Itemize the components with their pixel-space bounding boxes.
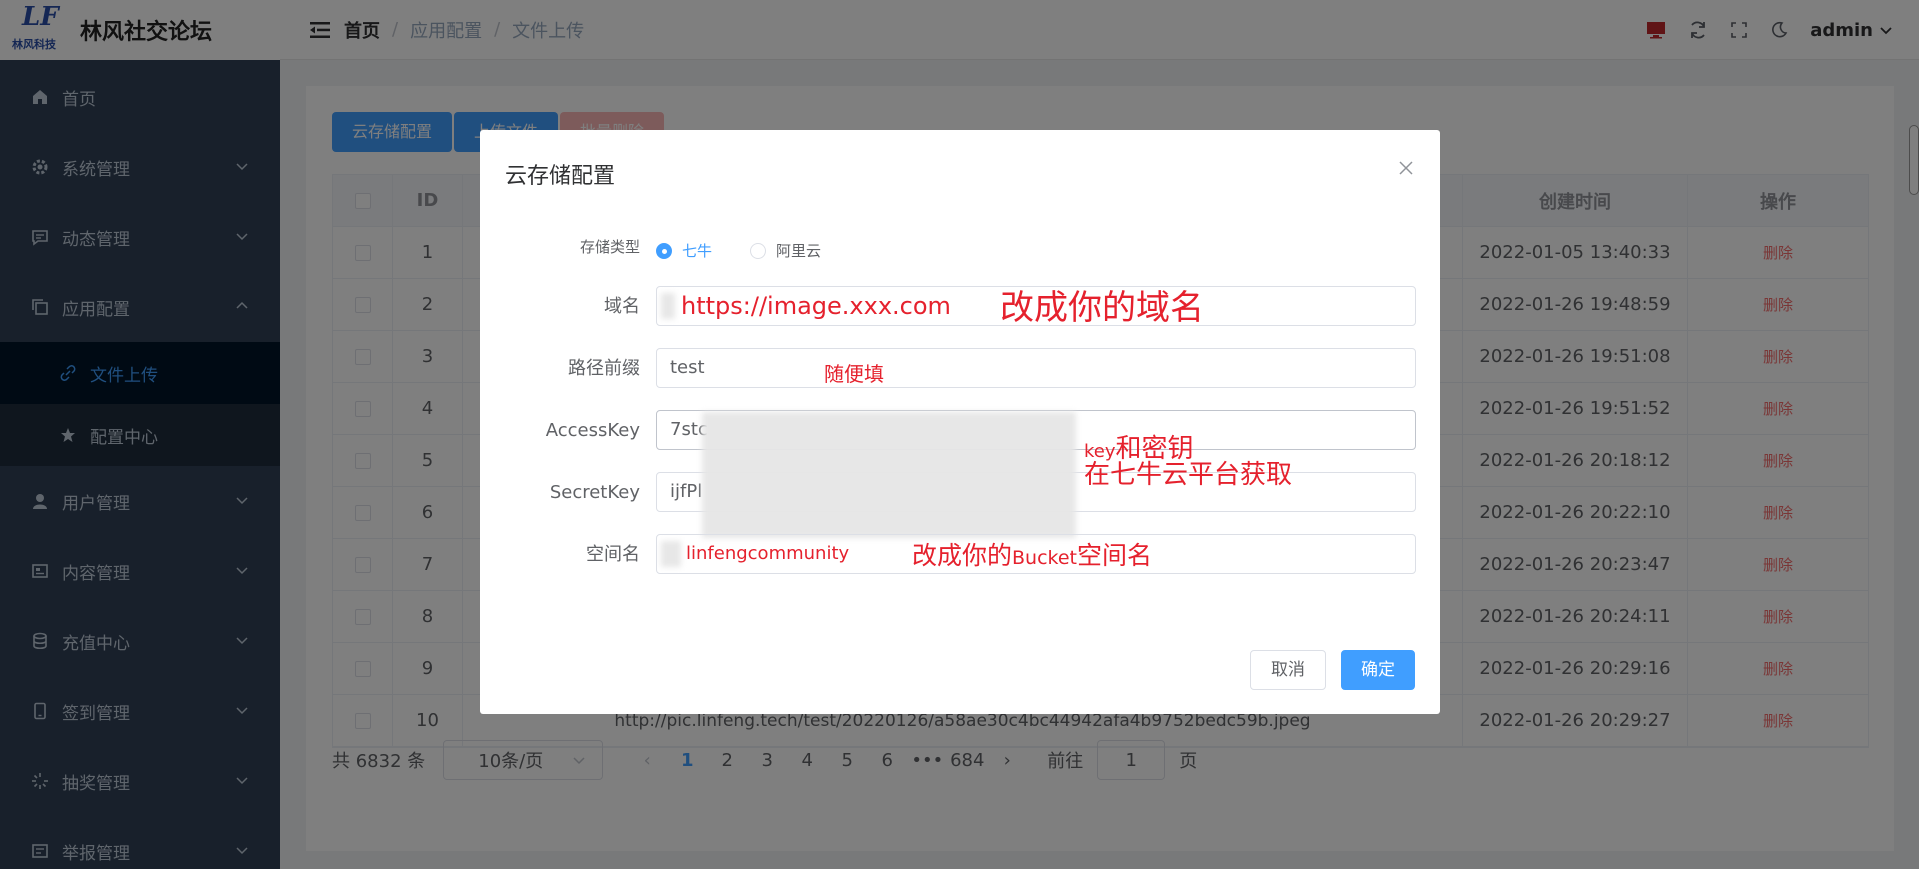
redaction-blur xyxy=(702,412,1076,538)
radio-dot-checked xyxy=(656,242,672,259)
bucket-value: linfengcommunity xyxy=(686,543,850,564)
close-icon[interactable] xyxy=(1398,160,1414,176)
bucket-row: 空间名 linfengcommunity 改成你的Bucket空间名 xyxy=(480,534,1440,576)
access-key-label: AccessKey xyxy=(545,420,640,441)
radio-label: 阿里云 xyxy=(776,242,822,260)
storage-type-label: 存储类型 xyxy=(579,238,640,256)
confirm-button[interactable]: 确定 xyxy=(1341,650,1415,690)
radio-qiniu[interactable]: 七牛 xyxy=(656,240,712,261)
radio-aliyun[interactable]: 阿里云 xyxy=(750,240,821,261)
domain-row: 域名 https://image.xxx.com 改成你的域名 xyxy=(480,286,1440,328)
cloud-storage-dialog: 云存储配置 存储类型 七牛 阿里云 域名 https://image.xxx.c… xyxy=(480,130,1440,714)
storage-type-row: 存储类型 七牛 阿里云 xyxy=(480,226,1440,268)
radio-label: 七牛 xyxy=(682,242,713,260)
bucket-label: 空间名 xyxy=(586,544,640,565)
annotation-platform: 在七牛云平台获取 xyxy=(1084,460,1293,490)
domain-value: https://image.xxx.com xyxy=(681,292,951,320)
dialog-title: 云存储配置 xyxy=(505,164,616,189)
annotation-bucket-post: 空间名 xyxy=(1077,541,1153,570)
annotation-bucket: 改成你的Bucket空间名 xyxy=(912,536,1152,572)
annotation-domain: 改成你的域名 xyxy=(1000,288,1204,328)
annotation-bucket-pre: 改成你的 xyxy=(912,541,1013,570)
radio-dot xyxy=(750,242,766,259)
prefix-label: 路径前缀 xyxy=(568,358,640,379)
domain-label: 域名 xyxy=(604,296,640,317)
prefix-row: 路径前缀 test 随便填 xyxy=(480,348,1440,390)
cancel-button[interactable]: 取消 xyxy=(1250,650,1326,690)
secret-key-label: SecretKey xyxy=(549,482,640,503)
prefix-input[interactable]: test xyxy=(656,348,1416,388)
annotation-prefix: 随便填 xyxy=(824,362,884,386)
annotation-bucket-mid: Bucket xyxy=(1012,547,1078,569)
